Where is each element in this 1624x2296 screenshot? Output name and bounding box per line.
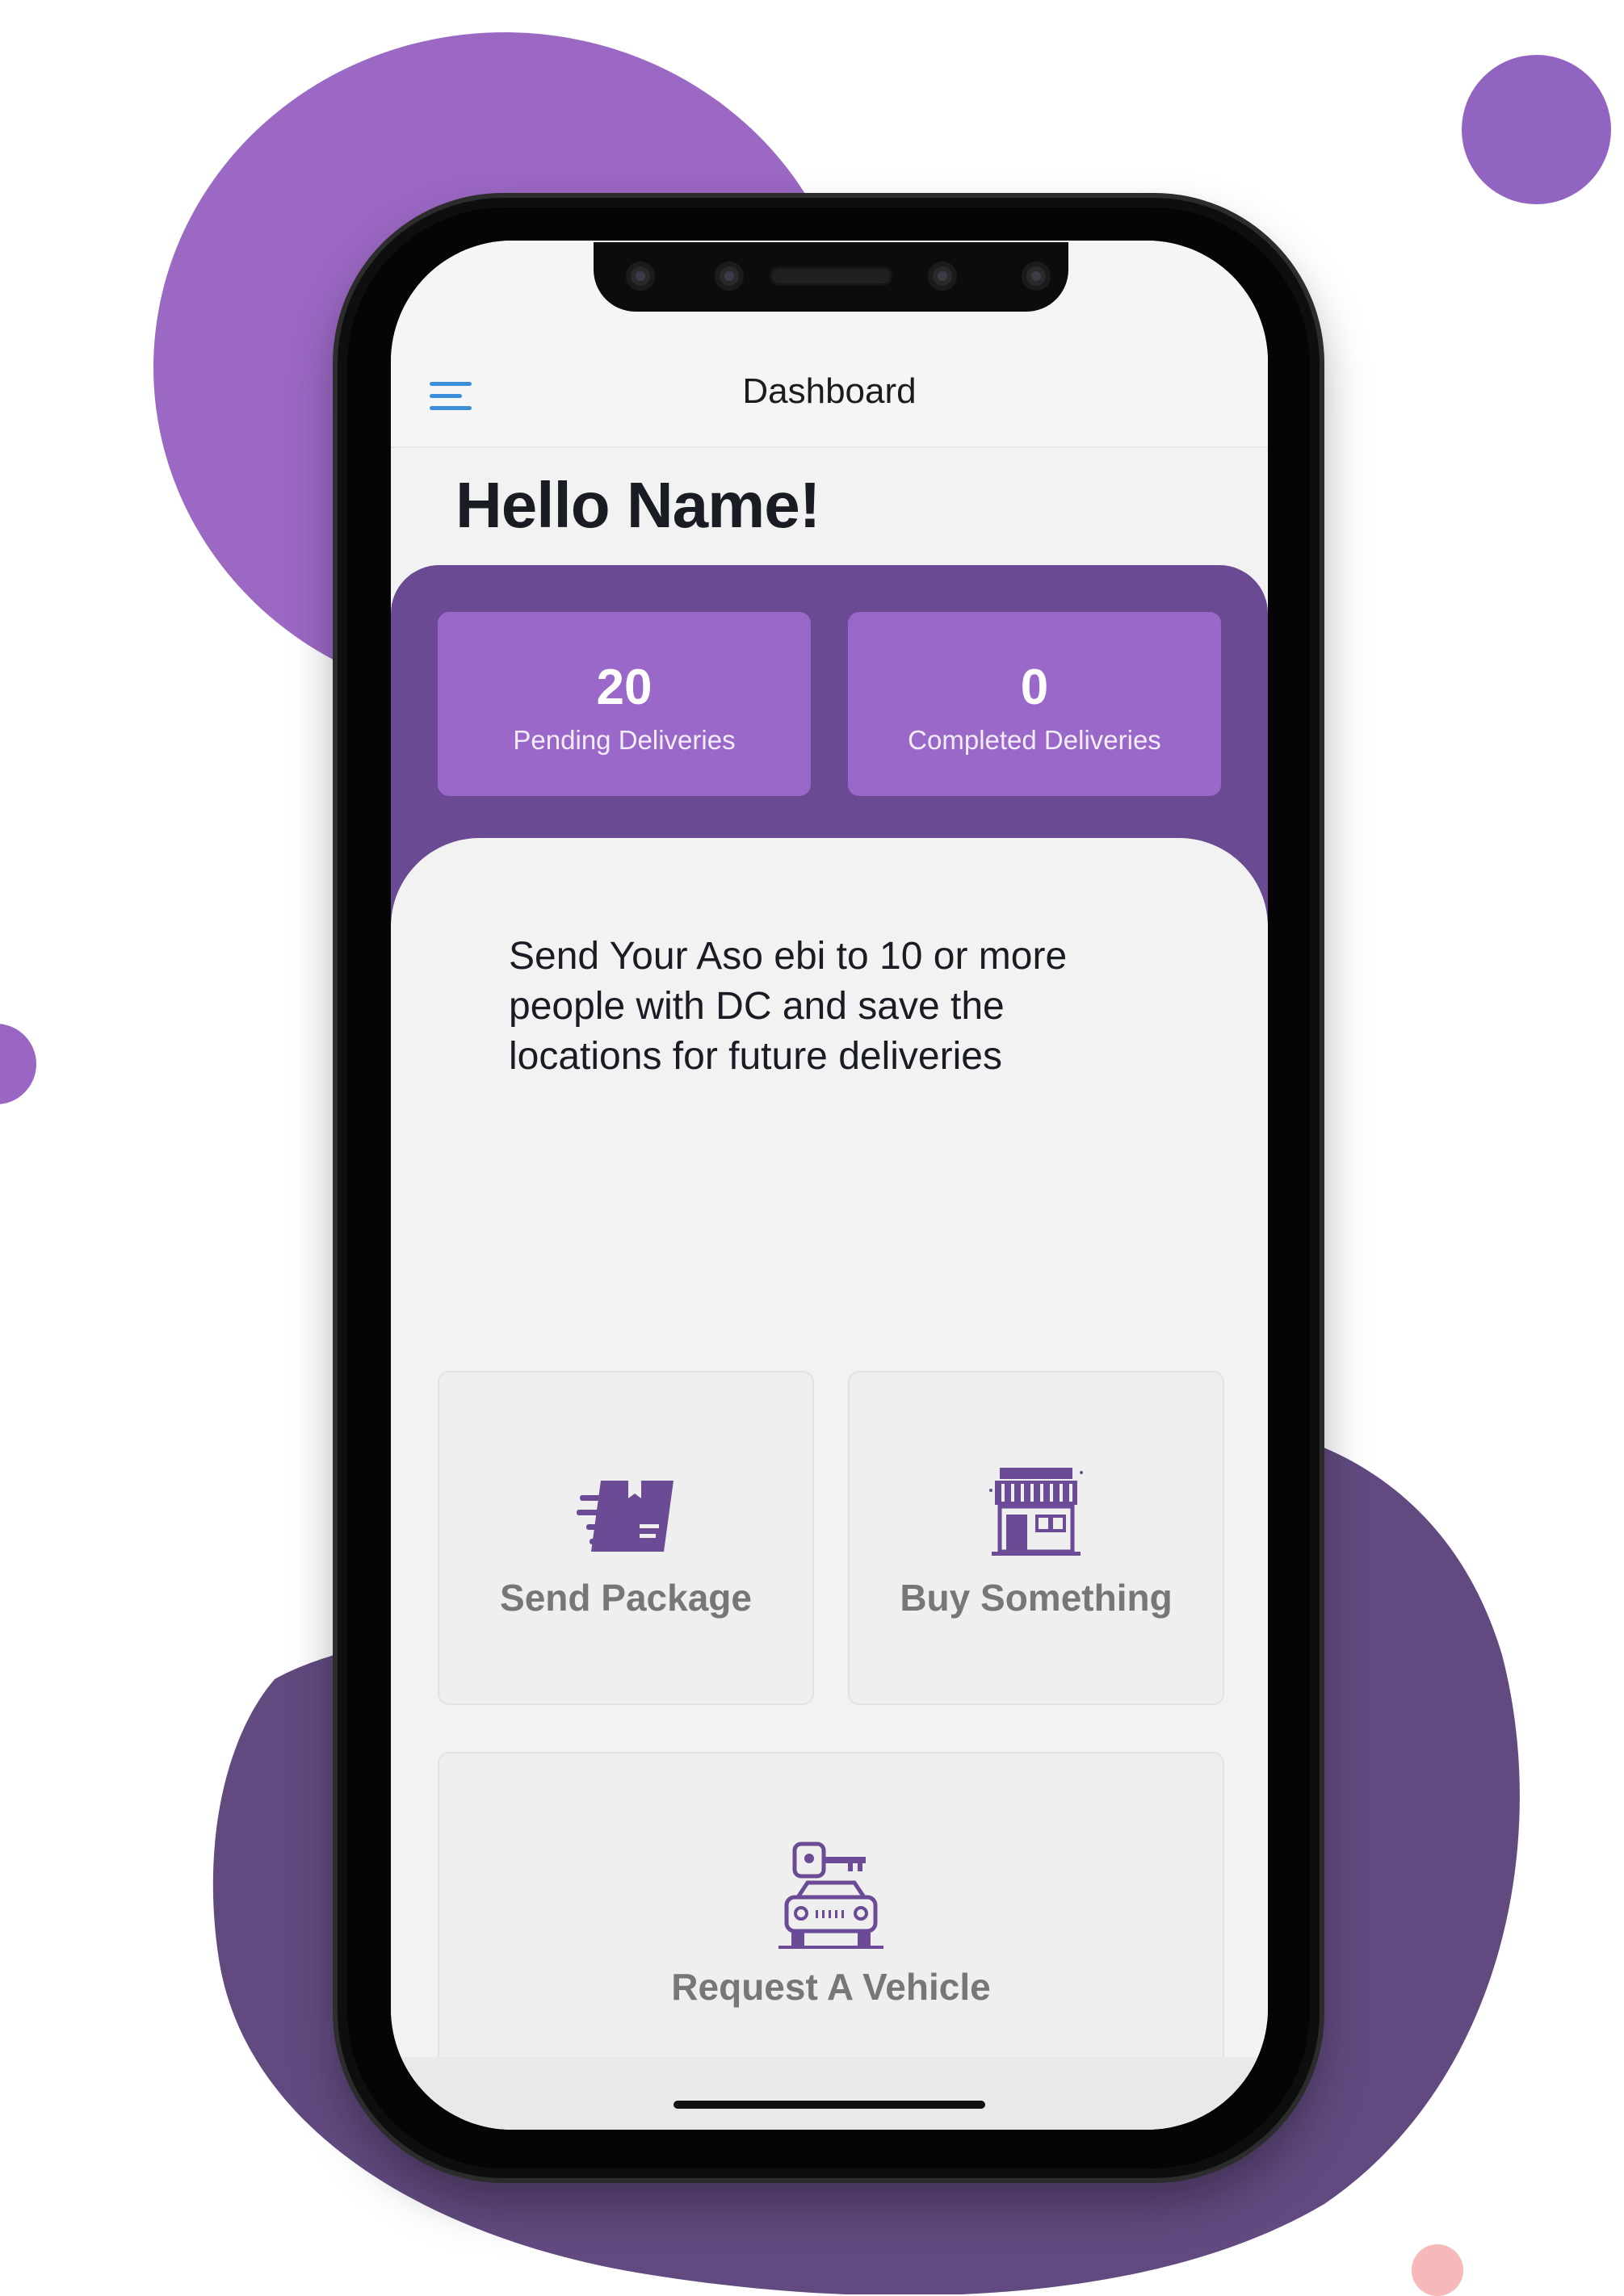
send-package-label: Send Package xyxy=(500,1577,752,1619)
camera-icon xyxy=(928,262,957,291)
buy-something-label: Buy Something xyxy=(900,1577,1173,1619)
send-package-button[interactable]: Send Package xyxy=(438,1371,814,1705)
completed-deliveries-card[interactable]: 0 Completed Deliveries xyxy=(848,612,1221,796)
page-title: Dashboard xyxy=(742,371,917,411)
camera-icon xyxy=(626,262,655,291)
promo-line: locations for future deliveries xyxy=(509,1035,1002,1078)
pending-deliveries-label: Pending Deliveries xyxy=(513,725,736,755)
promo-line: people with DC and save the xyxy=(509,985,1005,1028)
greeting-heading: Hello Name! xyxy=(455,469,820,541)
pending-deliveries-count: 20 xyxy=(596,660,653,715)
completed-deliveries-count: 0 xyxy=(1020,660,1049,715)
app-screen: Dashboard Hello Name! 20 Pending Deliver… xyxy=(391,241,1268,2130)
main-content: Send Your Aso ebi to 10 or more people w… xyxy=(391,838,1268,2130)
promo-line: Send Your Aso ebi to 10 or more xyxy=(509,935,1068,978)
request-vehicle-button[interactable]: Request A Vehicle xyxy=(438,1752,1224,2086)
decorative-dot xyxy=(1462,55,1611,204)
home-indicator[interactable] xyxy=(674,2101,985,2109)
request-vehicle-label: Request A Vehicle xyxy=(671,1966,991,2008)
decorative-dot xyxy=(1412,2244,1463,2296)
completed-deliveries-label: Completed Deliveries xyxy=(908,725,1161,755)
sensor-icon xyxy=(1022,262,1051,291)
package-icon xyxy=(577,1481,674,1552)
pending-deliveries-card[interactable]: 20 Pending Deliveries xyxy=(438,612,811,796)
speaker-grille xyxy=(770,266,892,286)
promo-text: Send Your Aso ebi to 10 or more people w… xyxy=(509,932,1171,1082)
home-bar-area xyxy=(391,2057,1268,2130)
buy-something-button[interactable]: Buy Something xyxy=(848,1371,1224,1705)
phone-notch xyxy=(594,242,1068,312)
store-icon xyxy=(989,1468,1083,1556)
decorative-dot xyxy=(0,1024,36,1104)
sensor-icon xyxy=(715,262,744,291)
car-key-icon xyxy=(778,1841,883,1949)
